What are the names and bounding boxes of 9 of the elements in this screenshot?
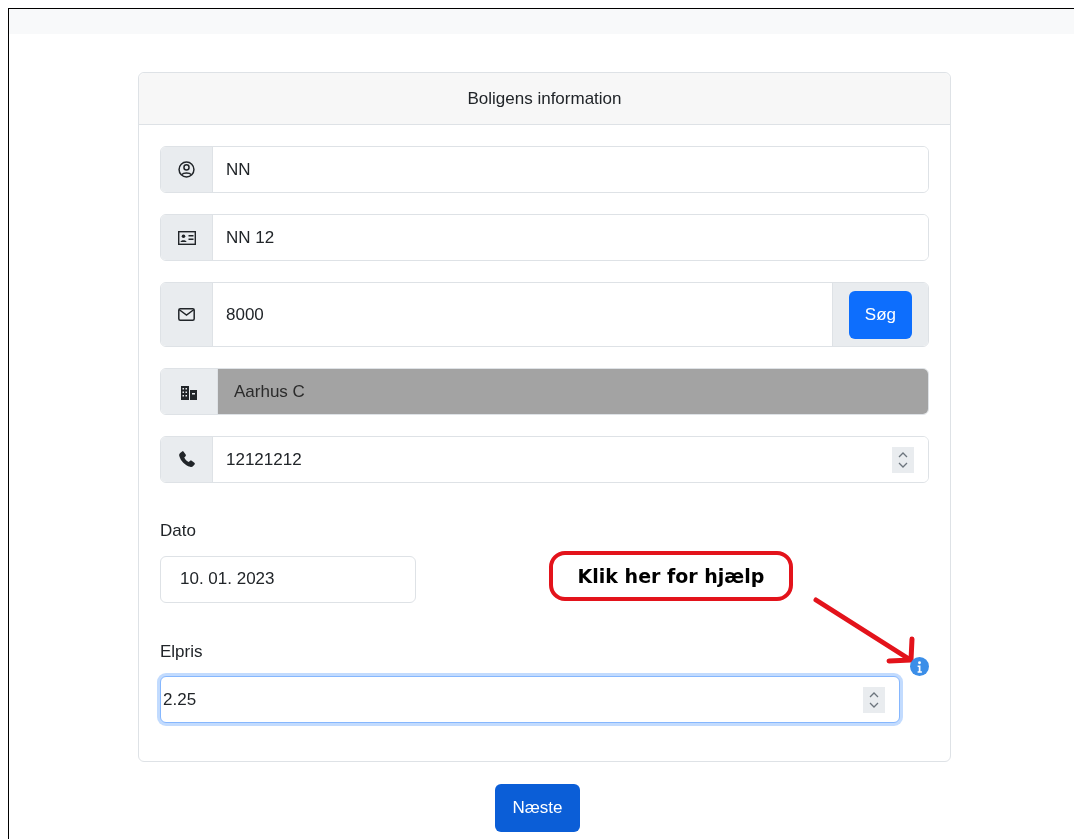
help-callout: Klik her for hjælp: [549, 551, 793, 601]
input-field[interactable]: 2.25: [160, 676, 900, 723]
next-button[interactable]: Næste: [495, 784, 580, 832]
field-label: Elpris: [160, 640, 204, 663]
date-field[interactable]: 10. 01. 2023: [160, 555, 416, 603]
info-icon[interactable]: [910, 657, 929, 676]
field-label: Dato: [160, 520, 197, 542]
spinner-arrows-icon[interactable]: [863, 686, 885, 713]
card-title: Boligens information: [467, 87, 622, 110]
